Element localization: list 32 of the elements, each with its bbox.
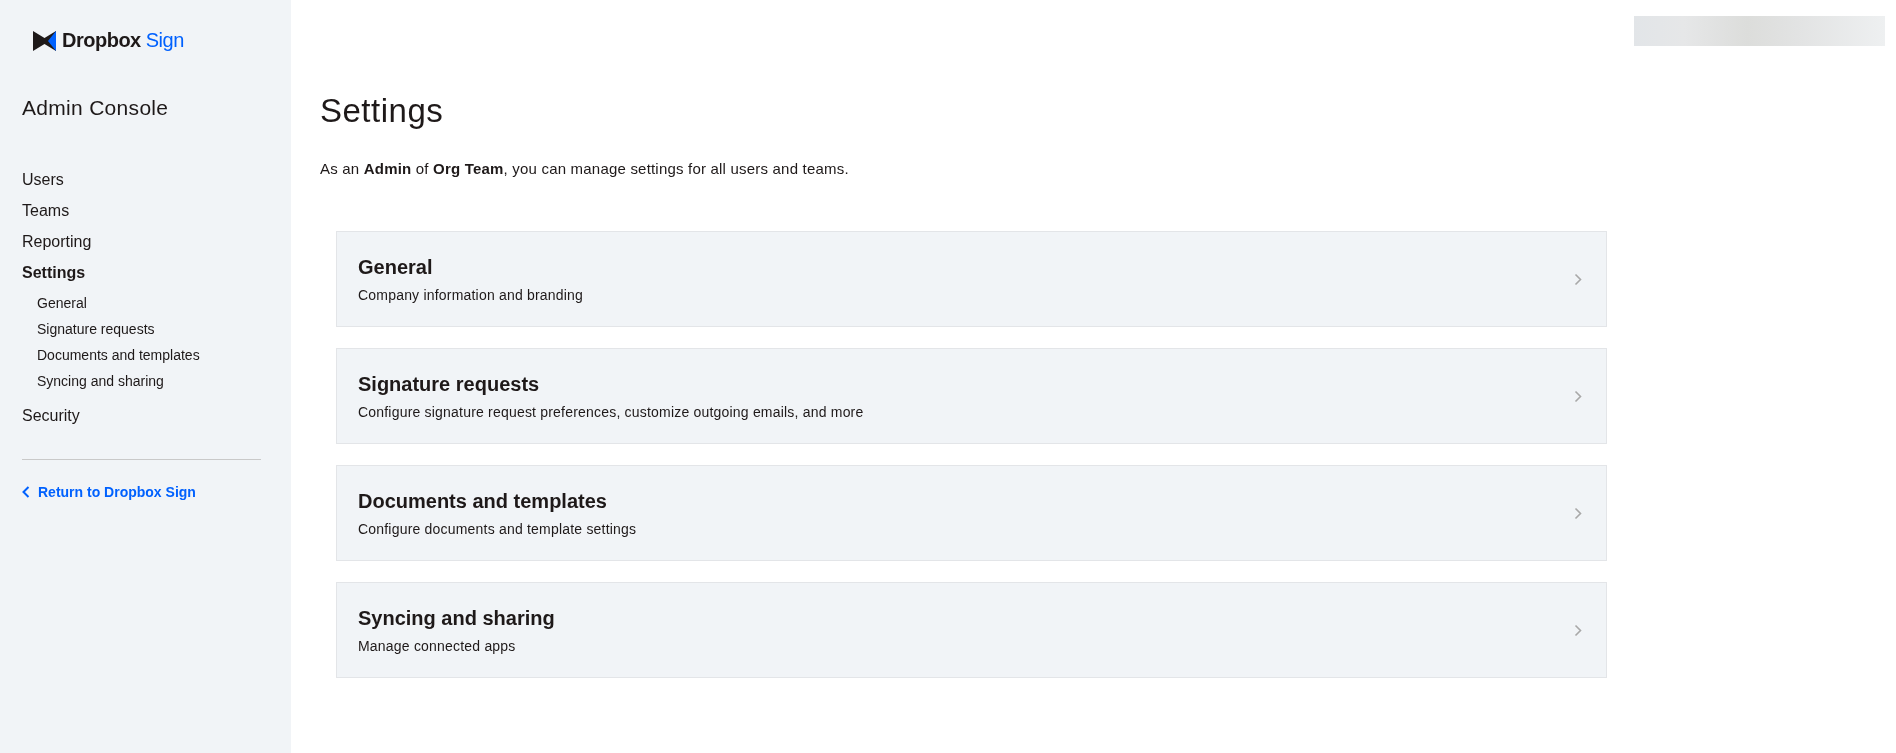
return-link[interactable]: Return to Dropbox Sign <box>22 484 196 500</box>
nav-item[interactable]: Reporting <box>22 226 92 257</box>
nav-item[interactable]: Users <box>22 164 64 195</box>
card-title: Syncing and sharing <box>358 606 555 630</box>
card-description: Company information and branding <box>358 286 584 303</box>
logo-icon <box>33 30 56 51</box>
chevron-icon <box>1574 623 1582 637</box>
chevron-icon <box>1574 506 1582 520</box>
card-description: Manage connected apps <box>358 637 516 654</box>
nav-subitem[interactable]: General <box>22 290 87 316</box>
nav-subitem[interactable]: Syncing and sharing <box>22 368 164 394</box>
chevron-icon <box>1574 272 1582 286</box>
nav-subitem[interactable]: Signature requests <box>22 316 155 342</box>
card-description: Configure signature request preferences, customize outgoing emails, and more <box>358 403 864 420</box>
nav-item[interactable]: Teams <box>22 195 70 226</box>
card-description: Configure documents and template settings <box>358 520 637 537</box>
card-title: Documents and templates <box>358 489 607 513</box>
intro-text: As an Admin of Org Team, you can manage settings for all users and teams. <box>320 160 850 177</box>
settings-card[interactable]: Syncing and sharing Manage connected apps <box>336 582 1607 678</box>
card-title: General <box>358 255 433 279</box>
nav-item[interactable]: Settings <box>22 257 86 288</box>
chevron-left-icon <box>22 486 30 498</box>
chevron-icon <box>1574 389 1582 403</box>
nav-item[interactable]: Security <box>22 400 80 431</box>
settings-card[interactable]: Signature requests Configure signature request preferences, customize outgoing emails, and more <box>336 348 1607 444</box>
console-title: Admin Console <box>22 96 170 120</box>
nav-subitem[interactable]: Documents and templates <box>22 342 200 368</box>
settings-card[interactable]: General Company information and branding <box>336 231 1607 327</box>
card-title: Signature requests <box>358 372 540 396</box>
brand-name: Dropbox Sign <box>62 29 184 52</box>
page-title: Settings <box>320 92 445 130</box>
settings-card[interactable]: Documents and templates Configure documents and template settings <box>336 465 1607 561</box>
